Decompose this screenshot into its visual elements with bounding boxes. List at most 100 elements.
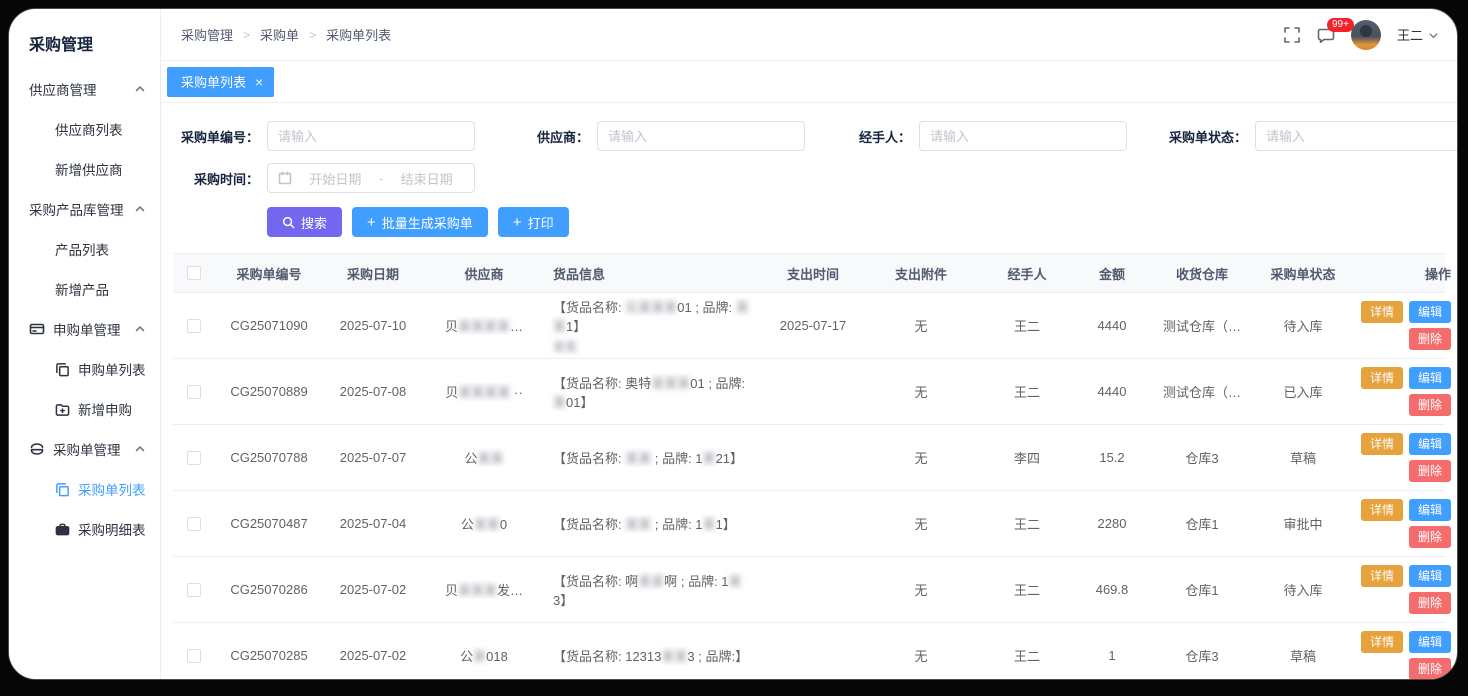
cell-warehouse: 仓库3 — [1151, 646, 1253, 665]
sidebar-item-product-list[interactable]: 产品列表 — [9, 229, 160, 269]
cell-goods-info: 【货品名称: 某某 ; 品牌: 1某1】 — [545, 514, 765, 533]
main-area: 采购管理>采购单>采购单列表 99+ 王二 采购单列表 × — [161, 9, 1457, 679]
sidebar-item-purchase-order-list[interactable]: 采购单列表 — [9, 469, 160, 509]
briefcase-icon — [55, 522, 70, 537]
fullscreen-icon[interactable] — [1283, 26, 1301, 44]
cell-attachment: 无 — [861, 448, 981, 467]
filter-handler: 经手人： — [855, 121, 1127, 151]
cell-supplier: 贝某某某某 ·· — [423, 382, 545, 401]
delete-button[interactable]: 删除 — [1409, 394, 1451, 416]
delete-button[interactable]: 删除 — [1409, 526, 1451, 548]
detail-button[interactable]: 详情 — [1361, 565, 1403, 587]
cell-goods-info: 【货品名称: 啊某某啊 ; 品牌: 1某3】 — [545, 571, 765, 609]
edit-button[interactable]: 编辑 — [1409, 433, 1451, 455]
detail-button[interactable]: 详情 — [1361, 301, 1403, 323]
delete-button[interactable]: 删除 — [1409, 658, 1451, 679]
filter-row-2: 采购时间： 开始日期 - 结束日期 — [173, 163, 1445, 193]
cell-supplier: 贝某某某发… — [423, 580, 545, 599]
cell-warehouse: 仓库1 — [1151, 580, 1253, 599]
edit-button[interactable]: 编辑 — [1409, 631, 1451, 653]
cell-purchase-date: 2025-07-04 — [323, 516, 423, 531]
search-icon — [282, 216, 295, 229]
detail-button[interactable]: 详情 — [1361, 499, 1403, 521]
breadcrumb-item[interactable]: 采购单 — [260, 25, 299, 44]
table-row: CG25070889 2025-07-08 贝某某某某 ·· 【货品名称: 奥特… — [173, 359, 1445, 425]
sidebar-group-suppliers[interactable]: 供应商管理 — [9, 69, 160, 109]
cell-status: 待入库 — [1253, 580, 1353, 599]
chat-bubble-icon[interactable]: 99+ — [1317, 26, 1335, 44]
search-button[interactable]: 搜索 — [267, 207, 342, 237]
cell-amount: 2280 — [1073, 516, 1151, 531]
print-button[interactable]: + 打印 — [498, 207, 569, 237]
date-range-picker[interactable]: 开始日期 - 结束日期 — [267, 163, 475, 193]
edit-button[interactable]: 编辑 — [1409, 499, 1451, 521]
order-no-input[interactable] — [267, 121, 475, 151]
cell-order-no: CG25071090 — [215, 318, 323, 333]
cell-order-no: CG25070285 — [215, 648, 323, 663]
sidebar-item-requisition-list[interactable]: 申购单列表 — [9, 349, 160, 389]
cell-goods-info: 【货品名称: 某某 ; 品牌: 1某21】 — [545, 448, 765, 467]
sidebar-group-purchase-order[interactable]: 采购单管理 — [9, 429, 160, 469]
edit-button[interactable]: 编辑 — [1409, 565, 1451, 587]
detail-button[interactable]: 详情 — [1361, 367, 1403, 389]
detail-button[interactable]: 详情 — [1361, 433, 1403, 455]
delete-button[interactable]: 删除 — [1409, 328, 1451, 350]
select-all-checkbox[interactable] — [187, 266, 201, 280]
cell-amount: 4440 — [1073, 384, 1151, 399]
copy-icon — [55, 482, 70, 497]
plus-icon: + — [513, 215, 522, 230]
cell-attachment: 无 — [861, 646, 981, 665]
cell-warehouse: 仓库3 — [1151, 448, 1253, 467]
screen: 采购管理 供应商管理 供应商列表 新增供应商 采购产品库管理 产品列表 新增产品… — [0, 0, 1468, 696]
sidebar-item-add-supplier[interactable]: 新增供应商 — [9, 149, 160, 189]
cell-status: 草稿 — [1253, 448, 1353, 467]
chevron-up-icon — [134, 203, 146, 215]
avatar[interactable] — [1351, 20, 1381, 50]
cell-order-no: CG25070788 — [215, 450, 323, 465]
table-row: CG25070487 2025-07-04 公某某0 【货品名称: 某某 ; 品… — [173, 491, 1445, 557]
sidebar-item-supplier-list[interactable]: 供应商列表 — [9, 109, 160, 149]
table-header-row: 采购单编号 采购日期 供应商 货品信息 支出时间 支出附件 经手人 金额 收货仓… — [173, 253, 1445, 293]
close-icon[interactable]: × — [255, 75, 263, 89]
breadcrumb-item[interactable]: 采购管理 — [181, 25, 233, 44]
row-checkbox[interactable] — [187, 451, 201, 465]
delete-button[interactable]: 删除 — [1409, 592, 1451, 614]
sidebar-item-add-requisition[interactable]: 新增申购 — [9, 389, 160, 429]
chevron-up-icon — [134, 323, 146, 335]
breadcrumb-item: 采购单列表 — [326, 25, 391, 44]
tab-purchase-order-list[interactable]: 采购单列表 × — [167, 67, 274, 97]
purchase-order-table: 采购单编号 采购日期 供应商 货品信息 支出时间 支出附件 经手人 金额 收货仓… — [173, 253, 1445, 679]
status-input[interactable] — [1255, 121, 1457, 151]
cell-status: 审批中 — [1253, 514, 1353, 533]
user-menu[interactable]: 王二 — [1397, 25, 1439, 44]
handler-input[interactable] — [919, 121, 1127, 151]
cell-order-no: CG25070889 — [215, 384, 323, 399]
row-checkbox[interactable] — [187, 649, 201, 663]
row-checkbox[interactable] — [187, 517, 201, 531]
edit-button[interactable]: 编辑 — [1409, 367, 1451, 389]
breadcrumb: 采购管理>采购单>采购单列表 — [181, 25, 391, 44]
row-checkbox[interactable] — [187, 583, 201, 597]
row-checkbox[interactable] — [187, 385, 201, 399]
copy-icon — [55, 362, 70, 377]
table-row: CG25070788 2025-07-07 公某某 【货品名称: 某某 ; 品牌… — [173, 425, 1445, 491]
end-date-placeholder: 结束日期 — [389, 169, 464, 188]
cell-purchase-date: 2025-07-02 — [323, 648, 423, 663]
sidebar-item-purchase-detail-list[interactable]: 采购明细表 — [9, 509, 160, 549]
message-count-badge: 99+ — [1327, 18, 1354, 32]
table-body: CG25071090 2025-07-10 贝某某某某… 【货品名称: 实某某某… — [173, 293, 1445, 679]
row-checkbox[interactable] — [187, 319, 201, 333]
sidebar: 采购管理 供应商管理 供应商列表 新增供应商 采购产品库管理 产品列表 新增产品… — [9, 9, 161, 679]
batch-generate-button[interactable]: + 批量生成采购单 — [352, 207, 488, 237]
chevron-down-icon — [1428, 29, 1439, 40]
edit-button[interactable]: 编辑 — [1409, 301, 1451, 323]
cell-attachment: 无 — [861, 514, 981, 533]
cell-handler: 李四 — [981, 448, 1073, 467]
sidebar-group-requisition[interactable]: 申购单管理 — [9, 309, 160, 349]
sidebar-group-product-library[interactable]: 采购产品库管理 — [9, 189, 160, 229]
cell-status: 草稿 — [1253, 646, 1353, 665]
detail-button[interactable]: 详情 — [1361, 631, 1403, 653]
supplier-input[interactable] — [597, 121, 805, 151]
sidebar-item-add-product[interactable]: 新增产品 — [9, 269, 160, 309]
delete-button[interactable]: 删除 — [1409, 460, 1451, 482]
